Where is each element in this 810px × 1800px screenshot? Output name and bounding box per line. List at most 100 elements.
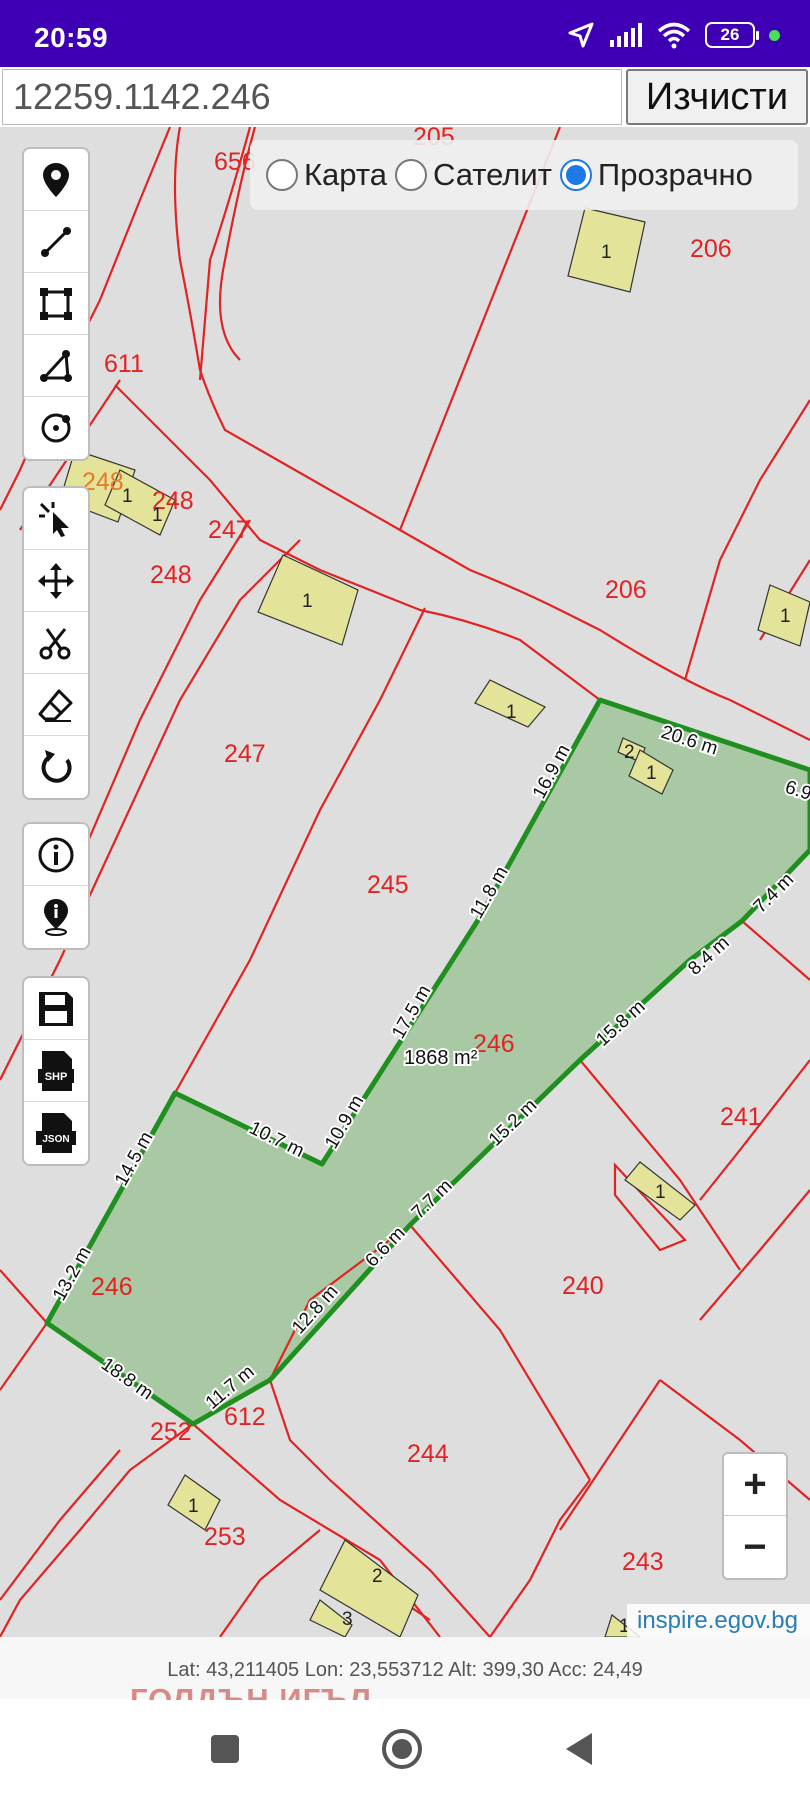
parcel-label: 611 xyxy=(104,350,144,378)
building-label: 1 xyxy=(506,702,517,723)
zoom-in-button[interactable]: + xyxy=(724,1454,786,1516)
info-icon xyxy=(38,837,74,872)
navigation-bar xyxy=(0,1700,810,1800)
circle-icon xyxy=(41,413,71,443)
layer-option-satellite[interactable]: Сателит xyxy=(394,157,552,193)
rectangle-icon xyxy=(40,287,72,320)
layer-option-transparent[interactable]: Прозрачно xyxy=(559,157,753,193)
building-label: 1 xyxy=(655,1182,666,1203)
building-label: 1 xyxy=(780,606,791,627)
parcel-label: 246 xyxy=(473,1030,515,1058)
polygon-icon xyxy=(40,349,72,382)
edit-toolbar xyxy=(22,486,90,800)
parcel-label: 240 xyxy=(562,1272,604,1300)
battery-icon: 26 xyxy=(705,22,759,48)
building-label: 2 xyxy=(624,742,635,763)
recents-button[interactable] xyxy=(206,1730,244,1773)
erase-tool-button[interactable] xyxy=(24,674,88,736)
search-input[interactable] xyxy=(2,69,622,125)
home-button[interactable] xyxy=(380,1727,424,1776)
building-label: 1 xyxy=(646,763,657,784)
status-icons: 26 xyxy=(567,20,780,50)
parcel-label: 612 xyxy=(224,1403,266,1431)
radio-map[interactable] xyxy=(266,159,298,191)
parcel-label: 241 xyxy=(720,1103,762,1131)
cut-tool-button[interactable] xyxy=(24,612,88,674)
back-button[interactable] xyxy=(560,1730,598,1773)
clear-button[interactable]: Изчисти xyxy=(626,69,808,125)
signal-icon xyxy=(610,23,642,47)
move-icon xyxy=(38,562,74,599)
scissors-icon xyxy=(39,627,71,659)
layer-option-label: Карта xyxy=(304,157,387,192)
zoom-control: + − xyxy=(722,1452,788,1580)
svg-text:SHP: SHP xyxy=(45,1071,68,1083)
info-toolbar xyxy=(22,822,90,950)
json-file-icon: JSON xyxy=(36,1113,76,1153)
move-tool-button[interactable] xyxy=(24,550,88,612)
marker-icon xyxy=(43,162,69,197)
privacy-indicator-dot xyxy=(769,29,780,41)
select-icon xyxy=(39,501,69,537)
line-tool-button[interactable] xyxy=(24,211,88,273)
back-icon xyxy=(566,1733,592,1765)
zoom-out-button[interactable]: − xyxy=(724,1516,786,1578)
radio-satellite[interactable] xyxy=(394,159,427,191)
save-icon xyxy=(39,991,73,1026)
polygon-tool-button[interactable] xyxy=(24,335,88,397)
export-json-button[interactable]: JSON xyxy=(24,1102,88,1164)
location-info-button[interactable] xyxy=(24,886,88,948)
parcel-label: 245 xyxy=(367,871,409,899)
map-view[interactable]: 205 656 206 611 248 248 247 248 206 247 … xyxy=(0,127,810,1637)
home-icon xyxy=(382,1729,422,1769)
radio-transparent[interactable] xyxy=(559,159,592,191)
recents-icon xyxy=(211,1735,239,1763)
parcel-label: 243 xyxy=(622,1548,664,1576)
layer-switcher: Карта Сателит Прозрачно xyxy=(250,140,798,210)
layer-option-label: Сателит xyxy=(432,157,552,192)
cadastral-map[interactable]: 205 656 206 611 248 248 247 248 206 247 … xyxy=(0,127,810,1637)
eraser-icon xyxy=(38,689,73,722)
status-bar: 20:59 26 xyxy=(0,0,810,67)
save-button[interactable] xyxy=(24,978,88,1040)
parcel-label: 247 xyxy=(208,516,250,544)
parcel-label: 247 xyxy=(224,740,266,768)
undo-tool-button[interactable] xyxy=(24,736,88,798)
marker-tool-button[interactable] xyxy=(24,149,88,211)
layer-option-label: Прозрачно xyxy=(597,157,753,192)
parcel-label: 206 xyxy=(690,235,732,263)
rectangle-tool-button[interactable] xyxy=(24,273,88,335)
layer-option-map[interactable]: Карта xyxy=(266,157,387,193)
search-row: Изчисти xyxy=(0,67,810,127)
building-label: 1 xyxy=(152,505,163,526)
parcel-label: 253 xyxy=(204,1523,246,1551)
parcel-label: 248 xyxy=(150,561,192,589)
location-arrow-icon xyxy=(568,22,594,48)
wifi-icon xyxy=(657,22,691,49)
building-label: 1 xyxy=(188,1496,199,1517)
building-label: 3 xyxy=(342,1609,353,1630)
building-label: 2 xyxy=(372,1566,383,1587)
svg-text:JSON: JSON xyxy=(42,1134,69,1145)
parcel-label: 246 xyxy=(91,1273,133,1301)
building-label: 1 xyxy=(122,486,133,507)
circle-tool-button[interactable] xyxy=(24,397,88,459)
export-toolbar: SHP JSON xyxy=(22,976,90,1166)
building-label: 1 xyxy=(601,242,612,263)
select-tool-button[interactable] xyxy=(24,488,88,550)
parcel-label: 206 xyxy=(605,576,647,604)
parcel-label: 244 xyxy=(407,1440,449,1468)
parcel-area-label: 1868 m² xyxy=(404,1047,478,1069)
line-icon xyxy=(41,226,71,257)
undo-icon xyxy=(41,750,72,783)
building-label: 1 xyxy=(302,591,313,612)
gps-coordinates: Lat: 43,211405 Lon: 23,553712 Alt: 399,3… xyxy=(0,1637,810,1699)
draw-toolbar xyxy=(22,147,90,461)
map-attribution-link[interactable]: inspire.egov.bg xyxy=(627,1604,810,1638)
info-button[interactable] xyxy=(24,824,88,886)
shp-file-icon: SHP xyxy=(38,1050,74,1091)
parcel-label: 252 xyxy=(150,1418,192,1446)
export-shp-button[interactable]: SHP xyxy=(24,1040,88,1102)
status-time: 20:59 xyxy=(34,22,109,53)
location-info-icon xyxy=(44,899,68,936)
